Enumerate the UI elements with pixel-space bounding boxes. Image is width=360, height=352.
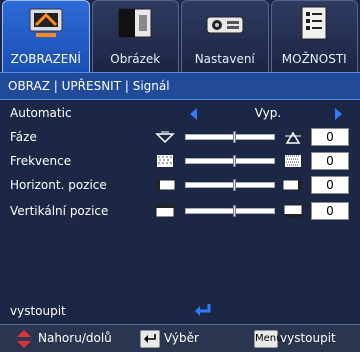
vertikalni-slider[interactable] [185,205,275,217]
tab-nastaveni[interactable]: Nastavení [181,0,269,72]
tab-label: ZOBRAZENÍ [10,52,81,66]
phase-low-icon [155,131,175,144]
tab-zobrazeni[interactable]: ZOBRAZENÍ [2,0,90,72]
help-exit-label: vystoupit [280,331,336,345]
automatic-value: Vyp. [254,106,282,120]
frequency-low-icon [157,155,173,167]
options-checklist-icon [301,6,327,40]
breadcrumb: OBRAZ | UPŘESNIT | Signál [0,72,360,100]
automatic-row[interactable]: Automatic Vyp. [0,104,360,124]
tab-moznosti[interactable]: MOŽNOSTI [270,0,358,72]
enter-arrow-icon[interactable] [193,302,213,318]
menu-key-icon: Menu [254,330,282,348]
enter-key-icon [140,330,160,348]
tab-label: Nastavení [194,52,255,66]
row-label: Automatic [10,106,72,120]
tab-obrazek[interactable]: Obrázek [91,0,179,72]
slider-knob[interactable] [233,179,237,191]
slider-knob[interactable] [233,155,237,167]
menu-tabs: ZOBRAZENÍ Obrázek Nastavení MOŽNOSTI [0,0,360,72]
faze-slider[interactable] [185,131,275,143]
phase-high-icon [285,131,301,144]
tab-label: MOŽNOSTI [281,52,347,66]
image-contrast-icon [118,8,152,38]
vertical-down-icon [283,204,303,218]
row-label: Vertikální pozice [10,204,109,218]
frekvence-row[interactable]: Frekvence 0 [0,152,360,172]
horizontal-right-icon [283,179,302,191]
row-label: Frekvence [10,154,72,168]
help-select-label: Výběr [164,331,199,345]
projector-icon [206,16,244,34]
up-down-arrow-icon [17,330,31,348]
display-settings-icon [29,8,63,37]
slider-knob[interactable] [233,205,237,217]
slider-knob[interactable] [233,131,237,143]
faze-row[interactable]: Fáze 0 [0,128,360,148]
horizontal-left-icon [156,179,175,191]
horizont-slider[interactable] [185,179,275,191]
arrow-left-icon[interactable] [190,108,197,120]
horizont-row[interactable]: Horizont. pozice 0 [0,176,360,196]
faze-value: 0 [311,128,349,146]
exit-item[interactable]: vystoupit [10,304,66,318]
row-label: Horizont. pozice [10,178,107,192]
help-nav-label: Nahoru/dolů [38,331,112,345]
horizont-value: 0 [311,176,349,194]
frequency-high-icon [285,155,301,167]
tab-label: Obrázek [110,52,161,66]
osd-menu: ZOBRAZENÍ Obrázek Nastavení MOŽNOSTI OBR… [0,0,360,352]
frekvence-slider[interactable] [185,155,275,167]
frekvence-value: 0 [311,152,349,170]
vertikalni-value: 0 [311,202,349,220]
help-bar: Nahoru/dolů Výběr Menu vystoupit [0,324,360,352]
row-label: Fáze [10,130,37,144]
arrow-right-icon[interactable] [335,108,342,120]
vertikalni-row[interactable]: Vertikální pozice 0 [0,202,360,222]
vertical-up-icon [155,204,175,218]
